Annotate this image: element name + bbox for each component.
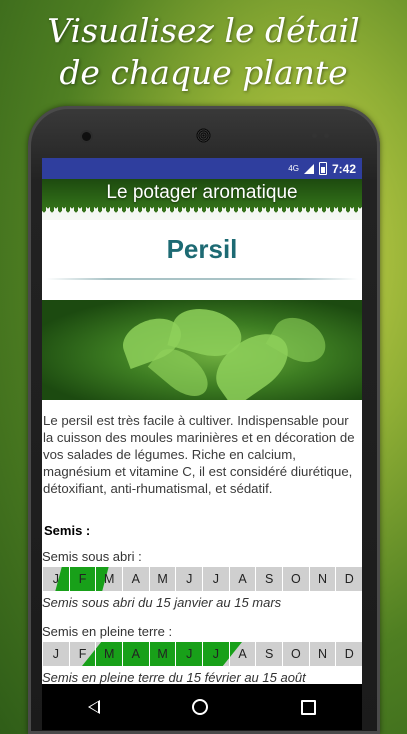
month-cell: J — [42, 642, 69, 666]
plant-photo — [42, 300, 362, 400]
month-cell: S — [255, 567, 282, 591]
sensor-dot — [324, 133, 329, 138]
status-time: 7:42 — [331, 161, 356, 176]
semis-pleine-terre-label: Semis en pleine terre : — [42, 624, 173, 639]
semis-pleine-terre-note: Semis en pleine terre du 15 février au 1… — [42, 670, 306, 684]
sensor-dot — [312, 133, 317, 138]
battery-icon — [318, 162, 327, 175]
status-bar: 4G 7:42 — [42, 158, 362, 179]
plant-name: Persil — [166, 234, 238, 264]
navigation-bar — [42, 684, 362, 730]
month-cell: N — [308, 567, 336, 591]
app-title: Le potager aromatique — [106, 182, 298, 203]
month-cell: A — [228, 567, 256, 591]
divider — [46, 278, 358, 280]
speaker-grille — [196, 128, 211, 143]
app-header: Le potager aromatique — [42, 179, 362, 220]
month-cell: A — [122, 642, 149, 666]
month-cell: J — [42, 567, 69, 591]
month-cell: D — [335, 642, 362, 666]
month-bar-pleine-terre: JFMAMJJASOND — [42, 642, 362, 666]
month-cell: J — [175, 567, 202, 591]
month-cell: J — [175, 642, 202, 666]
network-label: 4G — [288, 164, 299, 173]
plant-description: Le persil est très facile à cultiver. In… — [43, 413, 355, 496]
month-cell: M — [148, 567, 176, 591]
app-screen: 4G 7:42 Le potager aromatique Persil Le … — [42, 158, 362, 684]
signal-icon — [303, 163, 314, 174]
month-cell: A — [228, 642, 256, 666]
recent-apps-icon[interactable] — [300, 699, 316, 715]
month-bar-sous-abri: JFMAMJJASOND — [42, 567, 362, 591]
back-icon[interactable] — [88, 700, 101, 714]
month-cell: N — [308, 642, 336, 666]
month-cell: F — [68, 642, 96, 666]
month-cell: O — [282, 567, 309, 591]
month-cell: J — [202, 642, 229, 666]
month-cell: A — [122, 567, 149, 591]
camera-icon — [82, 132, 91, 141]
home-icon[interactable] — [192, 699, 209, 715]
promo-line-1: Visualisez le détail — [47, 11, 360, 50]
month-cell: J — [202, 567, 229, 591]
month-cell: S — [255, 642, 282, 666]
semis-sous-abri-note: Semis sous abri du 15 janvier au 15 mars — [42, 595, 282, 610]
month-cell: D — [335, 567, 362, 591]
semis-sous-abri-label: Semis sous abri : — [42, 549, 142, 564]
month-cell: O — [282, 642, 309, 666]
promo-title: Visualisez le détail de chaque plante — [0, 10, 407, 94]
month-cell: F — [68, 567, 96, 591]
month-cell: M — [95, 567, 122, 591]
semis-title: Semis : — [44, 523, 91, 538]
promo-line-2: de chaque plante — [59, 53, 348, 92]
month-cell: M — [148, 642, 176, 666]
month-cell: M — [95, 642, 122, 666]
